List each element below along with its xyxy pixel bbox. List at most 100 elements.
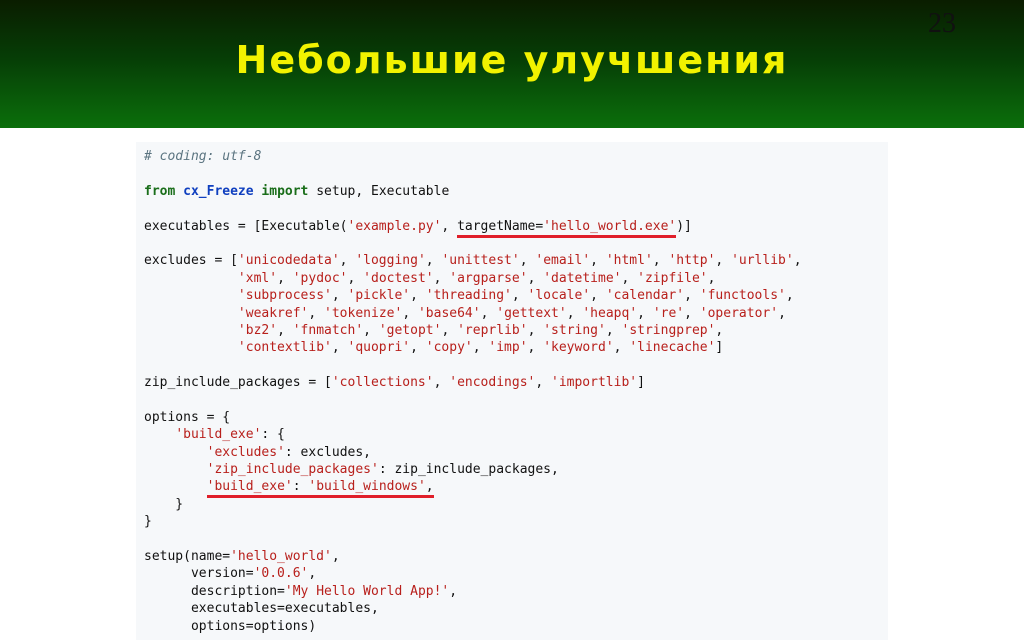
code-token: ,: [308, 566, 317, 582]
code-token: ,: [527, 322, 544, 338]
code-token: 'doctest': [363, 270, 434, 286]
code-token: import: [261, 183, 309, 199]
code-line: 'xml', 'pydoc', 'doctest', 'argparse', '…: [144, 270, 802, 287]
code-token: 'contextlib': [237, 340, 332, 356]
code-token: ,: [684, 288, 700, 304]
code-token: ]: [637, 375, 645, 391]
code-token: ,: [613, 340, 630, 356]
highlighted-code-token: targetName=: [457, 218, 544, 238]
code-token: ,: [778, 305, 786, 321]
highlighted-code-token: ,: [425, 479, 434, 499]
code-token: ,: [652, 253, 669, 269]
code-token: ]: [715, 340, 724, 356]
code-token: ,: [449, 583, 458, 599]
code-token: ,: [441, 322, 458, 338]
code-token: 'xml': [237, 270, 278, 286]
code-token: '0.0.6': [253, 566, 309, 582]
code-line: 'excludes': excludes,: [144, 444, 802, 461]
code-token: ,: [347, 270, 364, 286]
code-token: 'excludes': [206, 444, 285, 460]
code-token: ,: [684, 305, 700, 321]
code-token: )]: [676, 218, 692, 234]
code-token: 'locale': [527, 288, 591, 304]
code-token: 'string': [543, 322, 606, 338]
code-token: 're': [652, 305, 685, 321]
code-token: 'My Hello World App!': [284, 583, 450, 599]
code-token: 'collections': [331, 375, 434, 391]
code-token: ,: [590, 253, 606, 269]
code-token: 'stringprep': [621, 322, 716, 338]
code-token: ,: [621, 270, 638, 286]
code-token: 'base64': [417, 305, 481, 321]
code-token: 'reprlib': [457, 322, 528, 338]
code-token: ,: [331, 288, 348, 304]
code-token: ,: [715, 322, 724, 338]
code-token: # coding: utf-8: [144, 149, 262, 164]
code-token: version=: [144, 566, 254, 582]
code-token: : zip_include_packages,: [378, 462, 559, 478]
code-token: 'datetime': [543, 270, 622, 286]
slide-title: Небольшие улучшения: [235, 38, 789, 82]
code-line: from cx_Freeze import setup, Executable: [144, 183, 802, 200]
code-line: 'build_exe': 'build_windows',: [144, 478, 802, 499]
code-token: ,: [527, 340, 544, 356]
code-token: 'build_exe': [175, 427, 262, 443]
highlighted-code-token: 'hello_world.exe': [543, 218, 677, 238]
code-line: 'build_exe': {: [144, 426, 802, 443]
code-token: 'unicodedata': [237, 253, 340, 269]
code-line: excludes = ['unicodedata', 'logging', 'u…: [144, 252, 802, 269]
code-line: setup(name='hello_world',: [144, 548, 802, 565]
code-line: 'subprocess', 'pickle', 'threading', 'lo…: [144, 287, 802, 304]
code-line: }: [144, 513, 802, 530]
code-token: ,: [472, 340, 489, 356]
code-token: zip_include_packages = [: [144, 375, 332, 391]
code-token: ,: [331, 548, 340, 564]
code-token: 'importlib': [551, 375, 638, 391]
code-token: ,: [363, 322, 379, 338]
code-token: : {: [261, 427, 285, 443]
code-token: 'keyword': [543, 340, 614, 356]
code-token: 'example.py': [347, 218, 442, 234]
code-token: setup, Executable: [308, 183, 450, 199]
code-token: 'encodings': [449, 375, 536, 391]
code-line: executables = [Executable('example.py', …: [144, 218, 802, 238]
code-token: ,: [527, 270, 544, 286]
code-token: ,: [410, 340, 426, 356]
code-token: ,: [637, 305, 653, 321]
code-token: 'calendar': [605, 288, 685, 304]
code-token: ,: [410, 288, 426, 304]
code-token: ,: [511, 288, 528, 304]
code-token: ,: [433, 270, 450, 286]
code-token: ,: [277, 322, 293, 338]
code-line: 'bz2', 'fnmatch', 'getopt', 'reprlib', '…: [144, 322, 802, 339]
code-token: 'zip_include_packages': [206, 462, 379, 478]
code-token: 'threading': [425, 288, 512, 304]
code-token: }: [144, 496, 184, 512]
highlighted-code-token: 'build_exe': [206, 479, 293, 499]
code-token: ,: [331, 340, 348, 356]
code-token: ,: [425, 253, 442, 269]
code-token: ,: [707, 270, 716, 286]
code-line: zip_include_packages = ['collections', '…: [144, 374, 802, 391]
code-line: version='0.0.6',: [144, 565, 802, 582]
code-token: executables = [Executable(: [144, 218, 348, 234]
slide-number: 23: [928, 8, 956, 39]
highlighted-code-token: :: [292, 479, 309, 499]
code-token: 'quopri': [347, 340, 411, 356]
code-token: ,: [566, 305, 583, 321]
code-token: 'zipfile': [637, 270, 708, 286]
code-token: 'pickle': [347, 288, 411, 304]
code-token: ,: [402, 305, 418, 321]
code-token: 'email': [535, 253, 591, 269]
code-token: 'functools': [699, 288, 786, 304]
